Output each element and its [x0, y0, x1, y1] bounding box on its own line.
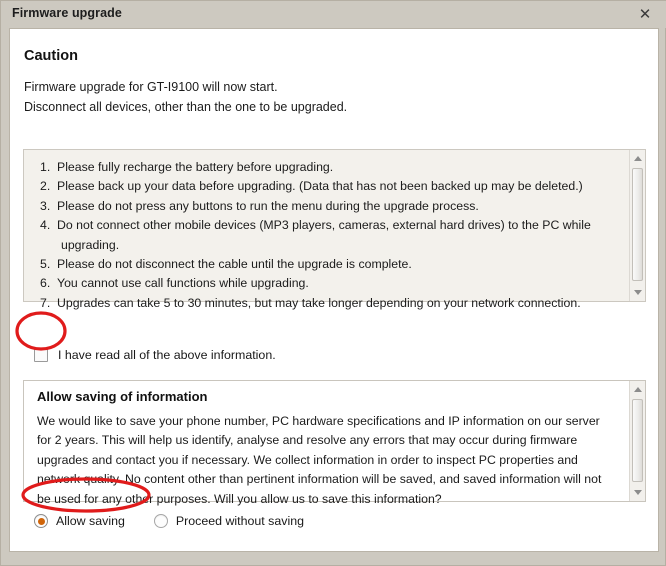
intro-line-2: Disconnect all devices, other than the o…	[24, 100, 348, 114]
list-item: 3. Please do not press any buttons to run…	[40, 197, 615, 216]
notice-scrollbar[interactable]	[629, 150, 645, 301]
saving-radio-group: Allow saving Proceed without saving	[34, 514, 304, 528]
list-item: 5. Please do not disconnect the cable unt…	[40, 255, 615, 274]
list-item: 6. You cannot use call functions while up…	[40, 274, 615, 293]
radio-allow-saving[interactable]	[34, 514, 48, 528]
list-item-number: 7.	[40, 295, 51, 310]
scroll-down-arrow-icon[interactable]	[630, 285, 645, 300]
list-item-number: 3.	[40, 198, 51, 213]
list-item-text: Upgrades can take 5 to 30 minutes, but m…	[57, 295, 581, 310]
agree-checkbox[interactable]	[34, 348, 48, 362]
list-item-text: Please do not press any buttons to run t…	[57, 198, 479, 213]
agree-checkbox-row[interactable]: I have read all of the above information…	[34, 348, 276, 362]
notice-scroll-panel: 1. Please fully recharge the battery befo…	[23, 149, 646, 310]
allow-saving-scrollbar-thumb[interactable]	[632, 399, 643, 482]
radio-allow-saving-label: Allow saving	[56, 514, 125, 528]
firmware-upgrade-window: Firmware upgrade ✕ Caution Firmware upgr…	[0, 0, 666, 566]
window-title: Firmware upgrade	[12, 6, 122, 20]
intro-text: Firmware upgrade for GT-I9100 will now s…	[24, 77, 624, 117]
allow-saving-title: Allow saving of information	[37, 389, 208, 404]
radio-option-proceed-without-saving[interactable]: Proceed without saving	[153, 514, 304, 528]
intro-line-1: Firmware upgrade for GT-I9100 will now s…	[24, 80, 278, 94]
allow-saving-scrollbar[interactable]	[629, 381, 645, 501]
notice-scrollbar-thumb[interactable]	[632, 168, 643, 281]
agree-checkbox-label: I have read all of the above information…	[58, 348, 276, 362]
list-item: 2. Please back up your data before upgrad…	[40, 177, 615, 196]
list-item-number: 5.	[40, 257, 51, 272]
radio-proceed-without-saving[interactable]	[153, 514, 168, 528]
notice-list: 1. Please fully recharge the battery befo…	[40, 158, 615, 313]
list-item: 4. Do not connect other mobile devices (M…	[40, 216, 615, 255]
list-item-number: 4.	[40, 218, 51, 233]
dialog-client-area: Caution Firmware upgrade for GT-I9100 wi…	[9, 28, 659, 552]
list-item-number: 6.	[40, 276, 51, 291]
allow-saving-body: We would like to save your phone number,…	[37, 414, 602, 506]
list-item-number: 2.	[40, 179, 51, 194]
scroll-down-arrow-icon[interactable]	[630, 485, 645, 500]
close-icon[interactable]: ✕	[623, 1, 666, 27]
list-item-text: Please do not disconnect the cable until…	[57, 257, 412, 272]
list-item-number: 1.	[40, 160, 51, 174]
list-item-text: Do not connect other mobile devices (MP3…	[57, 218, 591, 252]
scroll-up-arrow-icon[interactable]	[630, 382, 645, 397]
page-title: Caution	[24, 48, 78, 64]
list-item: 7. Upgrades can take 5 to 30 minutes, but…	[40, 294, 615, 313]
radio-proceed-without-saving-label: Proceed without saving	[175, 514, 304, 528]
allow-saving-panel: Allow saving of information We would lik…	[23, 380, 646, 506]
list-item-text: Please fully recharge the battery before…	[57, 160, 334, 174]
list-item-text: You cannot use call functions while upgr…	[57, 276, 309, 291]
list-item-text: Please back up your data before upgradin…	[57, 179, 583, 194]
window-titlebar: Firmware upgrade ✕	[1, 1, 666, 28]
scroll-up-arrow-icon[interactable]	[630, 151, 645, 166]
radio-option-allow-saving[interactable]: Allow saving	[34, 514, 125, 528]
list-item: 1. Please fully recharge the battery befo…	[40, 158, 615, 177]
